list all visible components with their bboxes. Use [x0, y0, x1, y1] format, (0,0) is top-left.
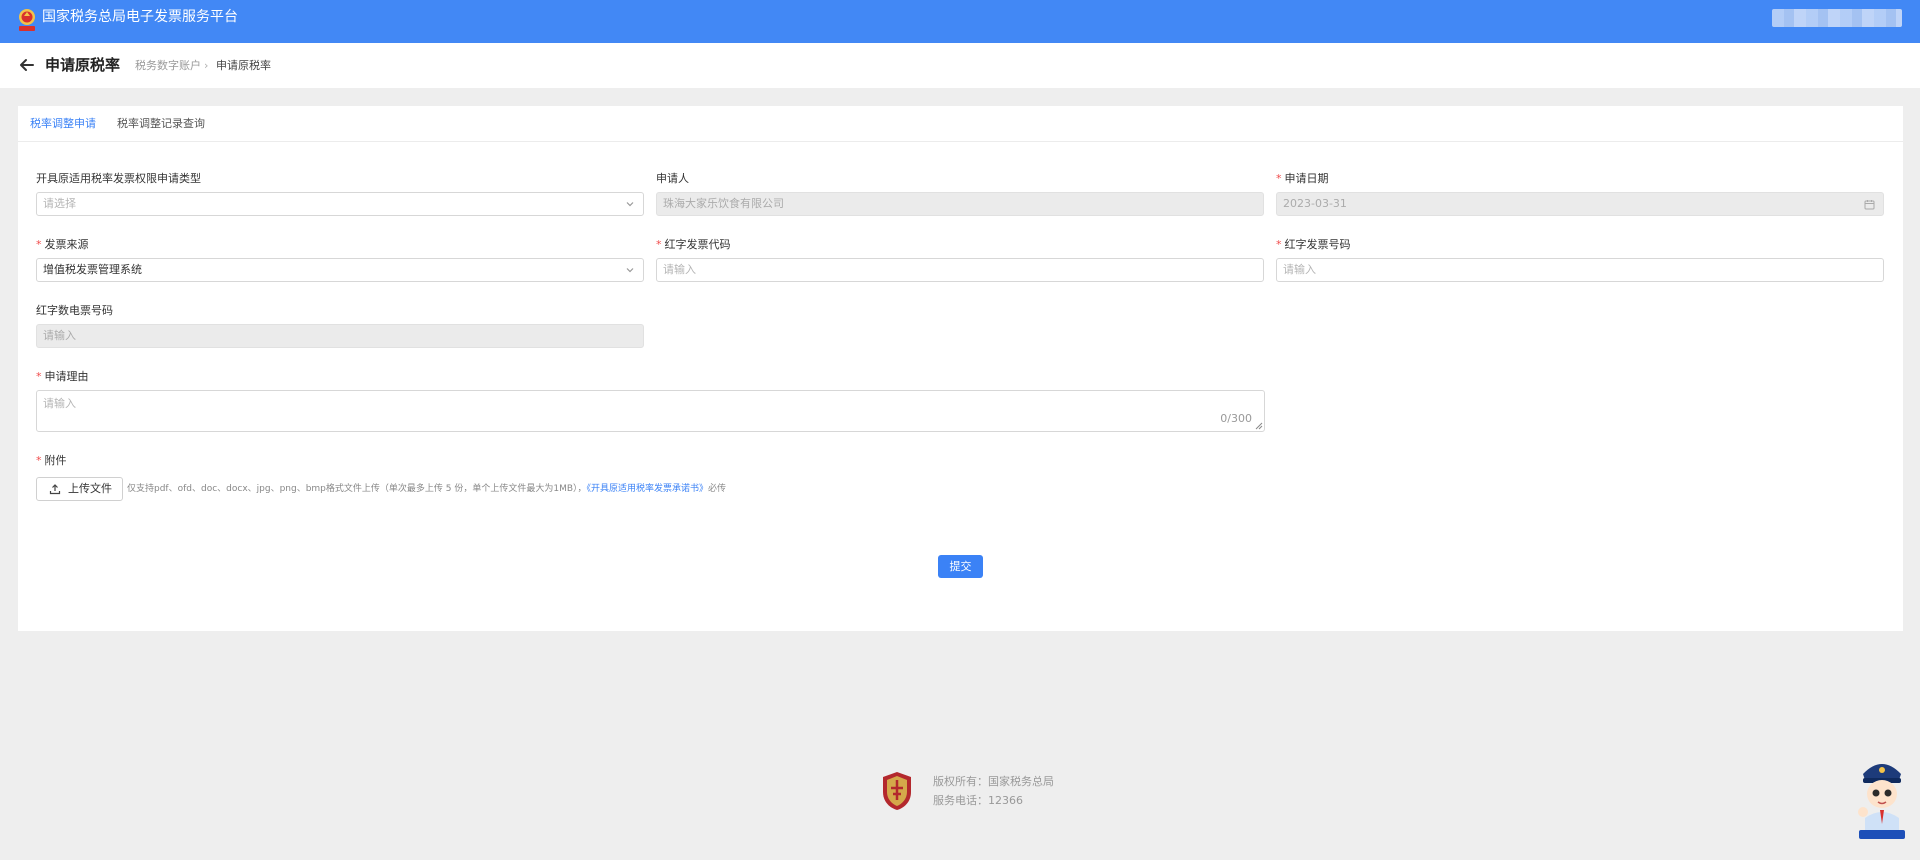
- resize-handle-icon[interactable]: [1253, 420, 1263, 430]
- invoice-source-label: * 发票来源: [36, 238, 89, 251]
- upload-icon: [49, 484, 61, 495]
- platform-title: 国家税务总局电子发票服务平台: [42, 9, 238, 25]
- reason-label: * 申请理由: [36, 370, 89, 383]
- submit-button[interactable]: 提交: [938, 555, 983, 578]
- chevron-down-icon: [626, 268, 634, 273]
- applicant-label: 申请人: [656, 172, 689, 185]
- footer-copyright: 版权所有：国家税务总局: [933, 775, 1054, 788]
- reason-char-counter: 0/300: [1220, 412, 1252, 425]
- upload-hint: 仅支持pdf、ofd、doc、docx、jpg、png、bmp格式文件上传（单次…: [127, 484, 727, 494]
- breadcrumb-separator: ›: [204, 59, 209, 72]
- footer-phone: 服务电话：12366: [933, 794, 1023, 807]
- user-info-blurred[interactable]: [1772, 9, 1902, 27]
- arrow-left-icon[interactable]: [18, 56, 36, 74]
- tab-bar: 税率调整申请 税率调整记录查询: [18, 106, 1903, 142]
- tax-assistant-mascot-icon[interactable]: [1853, 752, 1911, 840]
- apply-date-field: 2023-03-31: [1276, 192, 1884, 216]
- red-invoice-code-input[interactable]: 请输入: [656, 258, 1264, 282]
- upload-file-button[interactable]: 上传文件: [36, 477, 123, 501]
- form-card: 税率调整申请 税率调整记录查询 开具原适用税率发票权限申请类型 请选择 申请人 …: [18, 106, 1903, 631]
- red-invoice-number-label: * 红字发票号码: [1276, 238, 1351, 251]
- red-invoice-code-label: * 红字发票代码: [656, 238, 731, 251]
- tab-rate-adjust-apply[interactable]: 税率调整申请: [30, 117, 96, 131]
- breadcrumb-item-digital-account[interactable]: 税务数字账户: [135, 59, 201, 73]
- chevron-down-icon: [626, 202, 634, 207]
- breadcrumb-item-current: 申请原税率: [216, 59, 271, 72]
- apply-type-select[interactable]: 请选择: [36, 192, 644, 216]
- top-header: 国家税务总局电子发票服务平台: [0, 0, 1920, 43]
- calendar-icon: [1864, 200, 1875, 210]
- tax-bureau-emblem-icon: [883, 772, 911, 810]
- tax-emblem-logo-icon: [19, 9, 35, 31]
- red-invoice-number-input[interactable]: 请输入: [1276, 258, 1884, 282]
- red-electronic-number-label: 红字数电票号码: [36, 304, 113, 317]
- commitment-letter-link[interactable]: 《开具原适用税率发票承诺书》: [587, 484, 709, 494]
- reason-textarea[interactable]: 请输入 0/300: [36, 390, 1265, 432]
- apply-date-label: * 申请日期: [1276, 172, 1329, 185]
- attachment-label: * 附件: [36, 454, 67, 467]
- applicant-field: 珠海大家乐饮食有限公司: [656, 192, 1264, 216]
- page-title: 申请原税率: [45, 56, 121, 74]
- tab-rate-adjust-records[interactable]: 税率调整记录查询: [117, 117, 205, 131]
- apply-type-label: 开具原适用税率发票权限申请类型: [36, 172, 201, 185]
- page-header: 申请原税率 税务数字账户 › 申请原税率: [0, 43, 1920, 88]
- invoice-source-select[interactable]: 增值税发票管理系统: [36, 258, 644, 282]
- red-electronic-number-field: 请输入: [36, 324, 644, 348]
